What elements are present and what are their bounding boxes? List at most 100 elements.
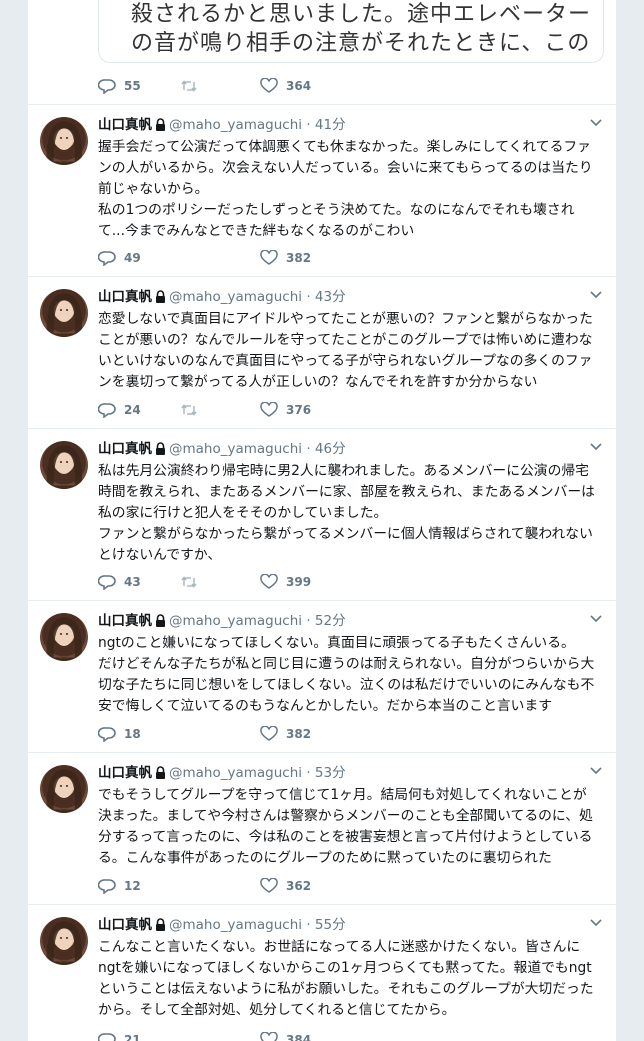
reply-button[interactable]: 24 <box>97 399 141 419</box>
lock-icon <box>156 614 165 627</box>
tweet-text-line: だけどそんな子たちが私と同じ目に遭うのは耐えられない。自分がつらいから大 <box>98 656 595 672</box>
tweet[interactable]: 山口真帆 @maho_yamaguchi · 46分 私は先月公演終わり帰宅時に男… <box>28 428 616 601</box>
like-button[interactable]: 364 <box>260 75 311 95</box>
username[interactable]: @maho_yamaguchi <box>169 613 302 629</box>
display-name[interactable]: 山口真帆 <box>98 613 152 629</box>
reply-count: 21 <box>124 1032 141 1041</box>
tweet-text-line: から。そして全部対処、処分してくれると信じてたから。 <box>98 1002 456 1018</box>
username[interactable]: @maho_yamaguchi <box>169 289 302 305</box>
retweet-icon <box>181 575 197 588</box>
like-count: 382 <box>286 726 312 741</box>
like-button[interactable]: 382 <box>260 247 311 267</box>
tweet[interactable]: 山口真帆 @maho_yamaguchi · 53分 でもそうしてグループを守って… <box>28 752 616 905</box>
timestamp[interactable]: 41分 <box>315 117 346 133</box>
avatar[interactable] <box>40 917 88 965</box>
tweet-text-line: 分するって言ったのに、今は私のことを被害妄想と言って片付けようとしている <box>98 829 593 845</box>
display-name[interactable]: 山口真帆 <box>98 917 152 933</box>
tweet-text: 私は先月公演終わり帰宅時に男2人に襲われました。あるメンバーに公演の帰宅 時間を… <box>98 461 604 566</box>
timestamp[interactable]: 55分 <box>315 917 346 933</box>
like-button[interactable]: 376 <box>260 399 311 419</box>
display-name[interactable]: 山口真帆 <box>98 765 152 781</box>
tweet-text-line: 恋愛しないで真面目にアイドルやってたことが悪いの？ファンと繋がらなかった <box>98 311 593 327</box>
timeline: 殺されるかと思いました。途中エレベーター の音が鳴り相手の注意がそれたときに、こ… <box>28 0 616 1041</box>
display-name[interactable]: 山口真帆 <box>98 289 152 305</box>
username[interactable]: @maho_yamaguchi <box>169 765 302 781</box>
tweet-text-line: ngtを嫌いになってほしくないからこの1ヶ月つらくても黙ってた。報道でもngt <box>98 960 592 976</box>
separator-dot: · <box>306 765 311 781</box>
reply-button[interactable]: 43 <box>97 571 141 591</box>
tweet[interactable]: 山口真帆 @maho_yamaguchi · 41分 握手会だって公演だって体調悪… <box>28 104 616 277</box>
tweet-text-line: ファンと繋がらなかったら繋がってるメンバーに個人情報ばらされて襲われない <box>98 526 593 542</box>
username[interactable]: @maho_yamaguchi <box>169 117 302 133</box>
chevron-down-icon[interactable] <box>590 119 602 127</box>
tweet-text: こんなこと言いたくない。お世話になってる人に迷惑かけたくない。皆さんに ngtを… <box>98 937 604 1021</box>
tweet-text-line: 時間を教えられ、またあるメンバーに家、部屋を教えられ、またあるメンバーは <box>98 484 595 500</box>
chevron-down-icon[interactable] <box>590 291 602 299</box>
chevron-down-icon[interactable] <box>590 919 602 927</box>
heart-icon <box>260 249 278 265</box>
quoted-tweet-card[interactable]: 殺されるかと思いました。途中エレベーター の音が鳴り相手の注意がそれたときに、こ… <box>98 0 604 63</box>
avatar[interactable] <box>40 765 88 813</box>
tweet-text-line: ンを裏切って繋がってる人が正しいの？なんでそれを許すか分からない <box>98 374 538 390</box>
chevron-down-icon[interactable] <box>590 615 602 623</box>
display-name[interactable]: 山口真帆 <box>98 441 152 457</box>
tweet-text-line: 私の1つのポリシーだったしずっとそう決めてた。なのになんでそれも壊され <box>98 202 575 218</box>
like-button[interactable]: 362 <box>260 875 311 895</box>
heart-icon <box>260 877 278 893</box>
tweet[interactable]: 山口真帆 @maho_yamaguchi · 43分 恋愛しないで真面目にアイドル… <box>28 276 616 429</box>
avatar[interactable] <box>40 289 88 337</box>
reply-button[interactable]: 21 <box>97 1029 141 1041</box>
avatar[interactable] <box>40 613 88 661</box>
tweet-header: 山口真帆 @maho_yamaguchi · 53分 <box>98 763 346 783</box>
tweet[interactable]: 山口真帆 @maho_yamaguchi · 55分 こんなこと言いたくない。お世… <box>28 904 616 1041</box>
tweet-text-line: 前じゃないから。 <box>98 181 209 197</box>
timestamp[interactable]: 52分 <box>315 613 346 629</box>
username[interactable]: @maho_yamaguchi <box>169 917 302 933</box>
tweet-header: 山口真帆 @maho_yamaguchi · 43分 <box>98 287 346 307</box>
lock-icon <box>156 766 165 779</box>
avatar[interactable] <box>40 117 88 165</box>
reply-icon <box>97 574 116 591</box>
retweet-button[interactable] <box>180 571 198 591</box>
like-button[interactable]: 382 <box>260 723 311 743</box>
heart-icon <box>260 401 278 417</box>
timestamp[interactable]: 43分 <box>315 289 346 305</box>
retweet-icon <box>181 403 197 416</box>
timestamp[interactable]: 46分 <box>315 441 346 457</box>
reply-count: 43 <box>124 574 141 589</box>
tweet-text-line: る。こんな事件があったのにグループのために黙っていたのに裏切られた <box>98 850 552 866</box>
tweet-text: 握手会だって公演だって体調悪くても休まなかった。楽しみにしてくれてるファ ンの人… <box>98 137 604 242</box>
lock-icon <box>156 442 165 455</box>
reply-button[interactable]: 18 <box>97 723 141 743</box>
tweet-text-line: 決まった。ましてや今村さんは警察からメンバーのことも全部聞いてるのに、処 <box>98 808 593 824</box>
tweet-text-line: ンの人がいるから。次会えない人だっている。会いに来てもらってるのは当たり <box>98 160 593 176</box>
tweet[interactable]: 山口真帆 @maho_yamaguchi · 52分 ngtのこと嫌いになってほし… <box>28 600 616 753</box>
heart-icon <box>260 77 278 93</box>
tweet-text: でもそうしてグループを守って信じて1ヶ月。結局何も対処してくれないことが 決まっ… <box>98 785 604 869</box>
tweet-text-line: とけないんですか、 <box>98 547 222 563</box>
tweet-text-line: ということは伝えないように私がお願いした。それもこのグループが大切だった <box>98 981 594 997</box>
timestamp[interactable]: 53分 <box>315 765 346 781</box>
avatar[interactable] <box>40 441 88 489</box>
reply-button[interactable]: 55 <box>97 75 141 95</box>
separator-dot: · <box>306 117 311 133</box>
tweet-header: 山口真帆 @maho_yamaguchi · 52分 <box>98 611 346 631</box>
reply-button[interactable]: 12 <box>97 875 141 895</box>
like-button[interactable]: 384 <box>260 1029 311 1041</box>
username[interactable]: @maho_yamaguchi <box>169 441 302 457</box>
lock-icon <box>156 918 165 931</box>
tweet-text-line: 安で悔しくて泣いてるのもうなんとかしたい。だから本当のこと言います <box>98 698 553 714</box>
display-name[interactable]: 山口真帆 <box>98 117 152 133</box>
tweet-text-line: いといけないのなんで真面目にやってる子が守られないグループなの多くのファ <box>98 353 593 369</box>
tweet-text-line: て...今までみんなとできた絆もなくなるのがこわい <box>98 223 415 239</box>
retweet-button[interactable] <box>180 399 198 419</box>
chevron-down-icon[interactable] <box>590 443 602 451</box>
retweet-button[interactable] <box>180 75 198 95</box>
reply-icon <box>97 402 116 419</box>
chevron-down-icon[interactable] <box>590 767 602 775</box>
tweet-text-line: ことが悪いの？なんでルールを守ってたことがこのグループでは怖いめに遭わな <box>98 332 593 348</box>
reply-button[interactable]: 49 <box>97 247 141 267</box>
lock-icon <box>156 118 165 131</box>
like-button[interactable]: 399 <box>260 571 311 591</box>
like-count: 376 <box>286 402 312 417</box>
